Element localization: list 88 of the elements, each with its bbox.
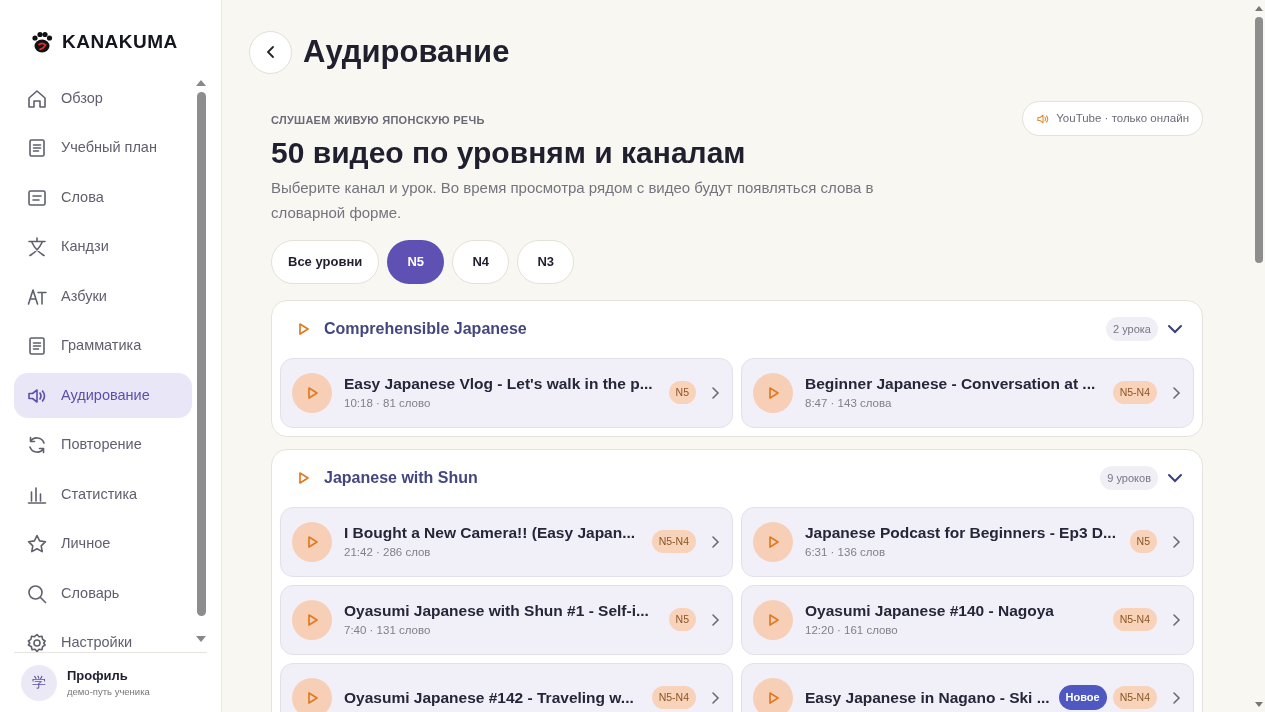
video-meta: 7:40 · 131 слово — [344, 623, 432, 638]
level-badge: N5-N4 — [1112, 685, 1157, 710]
video-title: Oyasumi Japanese #140 - Nagoya — [805, 601, 1055, 621]
video-title: Japanese Podcast for Beginners - Ep3 D... — [805, 523, 1117, 543]
nav-item[interactable]: Учебный план — [14, 125, 192, 171]
video-title: Oyasumi Japanese #142 - Traveling w... — [344, 687, 635, 708]
chevron-right-icon — [710, 612, 720, 627]
profile-subtitle: демо-путь ученика — [67, 685, 150, 700]
avatar[interactable]: 学 — [21, 664, 57, 701]
nav-item[interactable]: Обзор — [14, 76, 192, 121]
video-card[interactable]: Easy Japanese in Nagano - Ski ... Новое N5-N4 — [741, 662, 1194, 712]
play-button-icon[interactable] — [292, 372, 332, 413]
channel-title[interactable]: Comprehensible Japanese — [324, 317, 1107, 341]
search-icon — [26, 582, 48, 605]
lesson-count: 2 урока — [1106, 316, 1158, 342]
back-button[interactable] — [249, 30, 292, 74]
video-meta: 21:42 · 286 слов — [344, 545, 432, 560]
video-card[interactable]: Easy Japanese Vlog - Let's walk in the p... 10:18 · 81 слово N5 — [280, 357, 733, 428]
nav-item[interactable]: Словарь — [14, 571, 192, 616]
chevron-right-icon — [710, 534, 720, 549]
nav-item[interactable]: Повторение — [14, 422, 192, 468]
nav-item[interactable]: Настройки — [14, 620, 192, 652]
video-meta: 12:20 · 161 слово — [805, 623, 899, 638]
level-filter-chip[interactable]: N4 — [452, 239, 510, 284]
level-badge: N5-N4 — [651, 529, 696, 554]
video-meta: 10:18 · 81 слово — [344, 396, 432, 411]
chevron-right-icon — [1171, 385, 1181, 400]
nav-item[interactable]: Аудирование — [14, 373, 192, 418]
channel-title[interactable]: Japanese with Shun — [324, 466, 1101, 490]
settings-icon — [26, 632, 48, 652]
level-badge: N5 — [1129, 529, 1157, 554]
level-filter-chip[interactable]: Все уровни — [271, 239, 380, 284]
new-badge: Новое — [1058, 685, 1107, 710]
chevron-right-icon — [710, 690, 720, 705]
profile-name: Профиль — [67, 666, 129, 685]
play-button-icon[interactable] — [753, 372, 793, 413]
nav-item[interactable]: Личное — [14, 521, 192, 567]
refresh-icon — [26, 434, 48, 456]
play-button-icon[interactable] — [753, 521, 793, 562]
nav-item[interactable]: Слова — [14, 175, 192, 220]
video-title: Easy Japanese Vlog - Let's walk in the p... — [344, 374, 654, 394]
nav-item[interactable]: Грамматика — [14, 323, 192, 369]
play-icon — [296, 322, 310, 336]
home-icon — [26, 87, 48, 110]
nav-item[interactable]: Статистика — [14, 472, 192, 517]
section-description: Выберите канал и урок. Во время просмотра рядом с видео будут появляться слова в словарной форме. — [271, 177, 875, 223]
chevron-right-icon — [1171, 612, 1181, 627]
video-title: Easy Japanese in Nagano - Ski ... — [805, 687, 1051, 708]
document-icon — [26, 137, 48, 159]
video-card[interactable]: Japanese Podcast for Beginners - Ep3 D... 6:31 · 136 слов N5 — [741, 506, 1194, 577]
nav-item[interactable]: Азбуки — [14, 274, 192, 319]
level-badge: N5-N4 — [1112, 607, 1157, 632]
paw-logo-icon — [30, 30, 54, 54]
video-title: Oyasumi Japanese with Shun #1 - Self-i... — [344, 601, 650, 621]
video-card[interactable]: Oyasumi Japanese with Shun #1 - Self-i... 7:40 · 131 слово N5 — [280, 584, 733, 655]
kanji-icon — [26, 236, 48, 258]
play-button-icon[interactable] — [753, 677, 793, 712]
video-card[interactable]: Oyasumi Japanese #142 - Traveling w... N5-N4 — [280, 662, 733, 712]
level-badge: N5 — [668, 380, 696, 405]
star-icon — [26, 533, 48, 555]
video-title: I Bought a New Camera!! (Easy Japan... — [344, 523, 637, 543]
video-meta: 8:47 · 143 слова — [805, 396, 893, 411]
video-title: Beginner Japanese - Conversation at ... — [805, 374, 1097, 394]
play-button-icon[interactable] — [292, 599, 332, 640]
video-card[interactable]: Beginner Japanese - Conversation at ... 8:47 · 143 слова N5-N4 — [741, 357, 1194, 428]
level-badge: N5-N4 — [651, 685, 696, 710]
play-button-icon[interactable] — [753, 599, 793, 640]
play-icon — [296, 471, 310, 485]
chevron-right-icon — [1171, 690, 1181, 705]
section-eyebrow: СЛУШАЕМ ЖИВУЮ ЯПОНСКУЮ РЕЧЬ — [271, 113, 486, 128]
video-card[interactable]: I Bought a New Camera!! (Easy Japan... 21:42 · 286 слов N5-N4 — [280, 506, 733, 577]
page-title: Аудирование — [303, 32, 510, 71]
level-badge: N5 — [668, 607, 696, 632]
section-heading: 50 видео по уровням и каналам — [271, 134, 747, 171]
play-button-icon[interactable] — [292, 677, 332, 712]
document-icon — [26, 335, 48, 357]
level-filter-chip[interactable]: N5 — [387, 239, 445, 284]
nav-item[interactable]: Кандзи — [14, 224, 192, 270]
play-button-icon[interactable] — [292, 521, 332, 562]
level-badge: N5-N4 — [1112, 380, 1157, 405]
note-text: YouTube · только онлайн — [1056, 110, 1189, 126]
chevron-right-icon — [1171, 534, 1181, 549]
video-card[interactable]: Oyasumi Japanese #140 - Nagoya 12:20 · 161 слово N5-N4 — [741, 584, 1194, 655]
chevron-right-icon — [710, 385, 720, 400]
lesson-count: 9 уроков — [1100, 465, 1158, 491]
brand-name: KANAKUMA — [62, 29, 178, 54]
video-meta: 6:31 · 136 слов — [805, 545, 887, 560]
level-filter-chip[interactable]: N3 — [517, 239, 575, 284]
